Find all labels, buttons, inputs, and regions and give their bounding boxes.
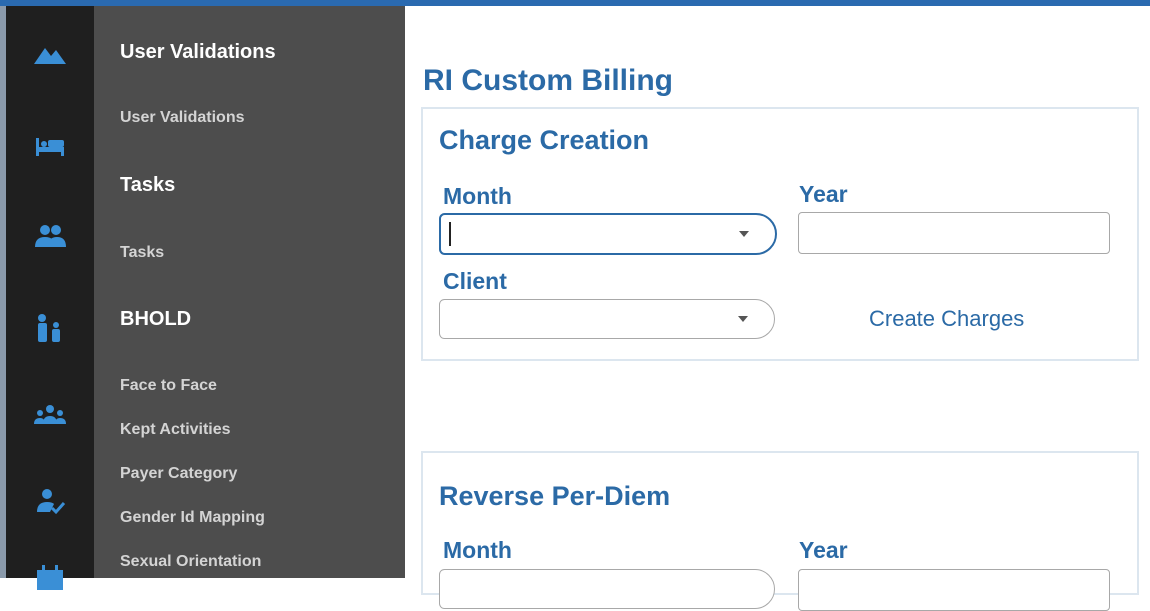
create-charges-link[interactable]: Create Charges xyxy=(869,306,1024,332)
menu-item-kept-activities[interactable]: Kept Activities xyxy=(120,421,231,439)
menu-item-payer-category[interactable]: Payer Category xyxy=(120,465,237,483)
menu-item-sexual-orientation[interactable]: Sexual Orientation xyxy=(120,553,261,571)
charge-creation-panel: Charge Creation Month Year Client Create… xyxy=(421,107,1139,361)
month-label: Month xyxy=(443,183,512,209)
menu-item-tasks[interactable]: Tasks xyxy=(120,244,164,262)
text-cursor xyxy=(449,222,451,246)
chevron-down-icon xyxy=(738,316,748,322)
charge-creation-title: Charge Creation xyxy=(439,125,650,155)
reverse-month-select[interactable] xyxy=(439,569,775,609)
reverse-year-label: Year xyxy=(799,537,848,563)
year-input[interactable] xyxy=(798,212,1110,254)
family-icon[interactable] xyxy=(6,306,94,350)
chevron-down-icon xyxy=(739,231,749,237)
client-select[interactable] xyxy=(439,299,775,339)
menu-heading-bhold[interactable]: BHOLD xyxy=(120,308,191,331)
menu-item-face-to-face[interactable]: Face to Face xyxy=(120,377,217,395)
community-icon[interactable] xyxy=(6,392,94,436)
main-content: RI Custom Billing Charge Creation Month … xyxy=(405,6,1150,611)
reverse-per-diem-panel: Reverse Per-Diem Month Year xyxy=(421,451,1139,611)
menu-heading-tasks[interactable]: Tasks xyxy=(120,174,175,197)
client-label: Client xyxy=(443,268,507,294)
year-label: Year xyxy=(799,181,848,207)
reverse-month-label: Month xyxy=(443,537,512,563)
month-select[interactable] xyxy=(439,213,777,255)
menu-heading-user-validations[interactable]: User Validations xyxy=(120,41,276,64)
menu-item-user-validations[interactable]: User Validations xyxy=(120,109,245,127)
reverse-year-input[interactable] xyxy=(798,569,1110,611)
menu-item-gender-id-mapping[interactable]: Gender Id Mapping xyxy=(120,509,265,527)
side-menu: User Validations User Validations Tasks … xyxy=(94,6,405,578)
person-check-icon[interactable] xyxy=(6,480,94,524)
reverse-per-diem-title: Reverse Per-Diem xyxy=(439,481,671,511)
landscape-icon[interactable] xyxy=(6,32,94,76)
group-icon[interactable] xyxy=(6,214,94,258)
bed-icon[interactable] xyxy=(6,124,94,168)
icon-rail xyxy=(6,6,94,590)
calendar-icon[interactable] xyxy=(6,554,94,598)
page-title: RI Custom Billing xyxy=(423,64,673,97)
